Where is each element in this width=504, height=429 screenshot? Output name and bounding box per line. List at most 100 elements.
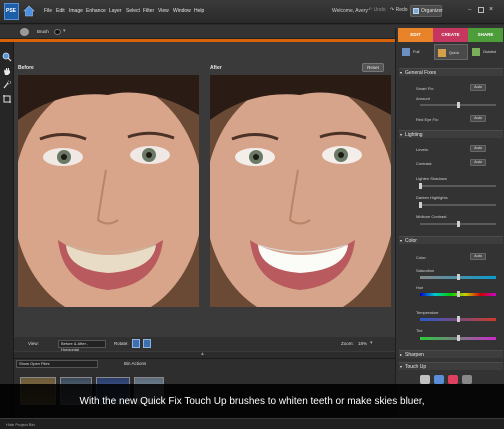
undo-icon: ↶	[368, 7, 373, 13]
full-edit-icon	[402, 48, 410, 56]
menu-edit[interactable]: Edit	[56, 8, 65, 14]
tab-edit[interactable]: EDIT	[398, 28, 433, 42]
zoom-value[interactable]: 18%	[358, 341, 367, 346]
section-sharpen[interactable]: ▸ Sharpen	[399, 350, 503, 358]
menu-window[interactable]: Window	[173, 8, 191, 14]
view-mode-select[interactable]: Before & After - Horizontal	[58, 340, 106, 352]
after-face-illustration	[210, 75, 391, 307]
guided-edit-icon	[472, 48, 480, 56]
section-touch-up[interactable]: ▾ Touch Up	[399, 362, 503, 370]
menu-image[interactable]: Image	[69, 8, 83, 14]
before-image	[18, 75, 199, 307]
mode-quick[interactable]: Quick	[434, 44, 468, 60]
color-auto-button[interactable]: Auto	[470, 253, 486, 260]
tint-label: Tint	[416, 328, 423, 333]
chevron-down-icon: ▾	[400, 238, 403, 243]
hue-thumb[interactable]	[456, 291, 460, 297]
midtone-contrast-slider[interactable]	[420, 221, 496, 227]
section-lighting[interactable]: ▾ Lighting	[399, 130, 503, 138]
mode-full[interactable]: Full	[399, 44, 433, 60]
hue-slider[interactable]	[420, 291, 496, 297]
view-label: View:	[28, 341, 39, 346]
organizer-button[interactable]: Organizer	[410, 5, 443, 17]
red-eye-label: Red Eye Fix:	[416, 117, 439, 122]
quick-fix-icon	[438, 49, 446, 57]
whiten-teeth-brush-icon[interactable]	[420, 375, 430, 384]
after-label: After	[210, 65, 222, 71]
saturation-label: Saturation	[416, 268, 435, 273]
brush-size-picker[interactable]	[54, 29, 61, 35]
contrast-auto-button[interactable]: Auto	[470, 159, 486, 166]
maximize-icon[interactable]	[478, 7, 484, 13]
status-bar: Hide Project Bin	[0, 418, 504, 429]
levels-label: Levels:	[416, 147, 429, 152]
temperature-label: Temperature	[416, 310, 439, 315]
smart-fix-auto-button[interactable]: Auto	[470, 84, 486, 91]
quick-selection-tool-icon[interactable]	[2, 80, 12, 90]
tab-create[interactable]: CREATE	[433, 28, 468, 42]
undo-button[interactable]: ↶ Undo	[368, 7, 386, 13]
blue-skies-brush-icon[interactable]	[434, 375, 444, 384]
menu-layer[interactable]: Layer	[109, 8, 122, 14]
menu-help[interactable]: Help	[194, 8, 204, 14]
video-caption: With the new Quick Fix Touch Up brushes …	[0, 384, 504, 418]
levels-auto-button[interactable]: Auto	[470, 145, 486, 152]
tools-panel	[0, 42, 14, 418]
minimize-icon[interactable]: –	[468, 7, 475, 13]
menu-select[interactable]: Select	[126, 8, 140, 14]
zoom-tool-icon[interactable]	[2, 52, 12, 62]
project-bin-toggle[interactable]: Hide Project Bin	[6, 422, 35, 427]
rotate-label: Rotate:	[114, 341, 129, 346]
mode-guided[interactable]: Guided	[469, 44, 503, 60]
brush-tool-icon[interactable]	[20, 28, 29, 36]
tint-thumb[interactable]	[456, 335, 460, 341]
home-icon[interactable]	[22, 4, 36, 18]
welcome-text: Welcome, Avery	[332, 8, 368, 14]
before-label: Before	[18, 65, 34, 71]
reset-button[interactable]: Reset	[362, 63, 384, 72]
lighten-shadows-slider[interactable]	[418, 183, 496, 189]
section-color[interactable]: ▾ Color	[399, 236, 503, 244]
chevron-right-icon: ▸	[400, 352, 403, 357]
black-white-brush-icon[interactable]	[448, 375, 458, 384]
redo-button[interactable]: ↷ Redo	[390, 7, 408, 13]
darken-highlights-thumb[interactable]	[418, 202, 422, 208]
menu-enhance[interactable]: Enhance	[86, 8, 106, 14]
view-bar: View: Before & After - Horizontal Rotate…	[14, 337, 395, 352]
bin-source-select[interactable]: Show Open Files	[16, 360, 98, 368]
darken-highlights-slider[interactable]	[418, 202, 496, 208]
saturation-slider[interactable]	[420, 274, 496, 280]
caption-text: With the new Quick Fix Touch Up brushes …	[79, 396, 425, 407]
after-image	[210, 75, 391, 307]
tint-slider[interactable]	[420, 335, 496, 341]
rotate-right-icon[interactable]	[143, 339, 151, 348]
temperature-thumb[interactable]	[456, 316, 460, 322]
contrast-label: Contrast:	[416, 161, 433, 166]
menu-view[interactable]: View	[158, 8, 169, 14]
chevron-down-icon[interactable]: ▾	[63, 28, 66, 34]
menu-file[interactable]: File	[44, 8, 52, 14]
bin-divider[interactable]: ▲	[200, 352, 210, 357]
menu-filter[interactable]: Filter	[143, 8, 154, 14]
temperature-slider[interactable]	[420, 316, 496, 322]
tab-share[interactable]: SHARE	[468, 28, 503, 42]
menu-bar: PSE File Edit Image Enhance Layer Select…	[0, 0, 504, 24]
saturation-thumb[interactable]	[456, 274, 460, 280]
chevron-down-icon[interactable]: ▾	[370, 340, 373, 346]
color-label: Color:	[416, 255, 427, 260]
contrast-brush-icon[interactable]	[462, 375, 472, 384]
tool-label: Brush	[37, 29, 49, 34]
amount-slider[interactable]	[420, 102, 496, 108]
red-eye-auto-button[interactable]: Auto	[470, 115, 486, 122]
close-icon[interactable]: ×	[489, 6, 493, 13]
bin-actions-button[interactable]: Bin Actions	[124, 361, 146, 366]
organizer-icon	[413, 8, 419, 14]
amount-slider-thumb[interactable]	[456, 102, 460, 108]
redo-icon: ↷	[390, 7, 395, 13]
section-general-fixes[interactable]: ▾ General Fixes	[399, 68, 503, 76]
lighten-shadows-thumb[interactable]	[418, 183, 422, 189]
midtone-contrast-thumb[interactable]	[456, 221, 460, 227]
crop-tool-icon[interactable]	[2, 94, 12, 104]
rotate-left-icon[interactable]	[132, 339, 140, 348]
hand-tool-icon[interactable]	[2, 66, 12, 76]
